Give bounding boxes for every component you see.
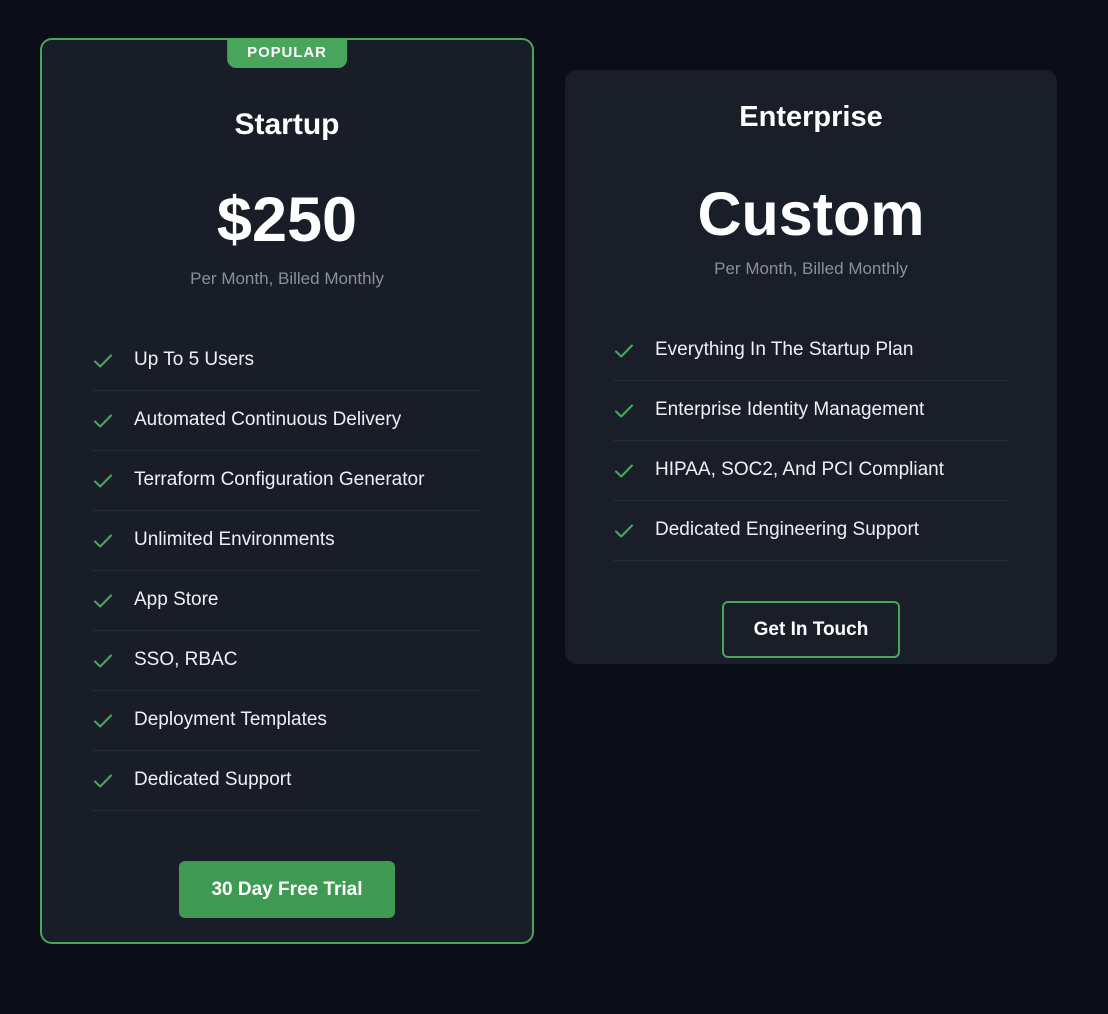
feature-label: Enterprise Identity Management <box>655 399 925 421</box>
popular-badge: POPULAR <box>227 38 347 68</box>
feature-item: SSO, RBAC <box>92 631 482 692</box>
check-icon <box>613 520 635 542</box>
check-icon <box>92 350 114 372</box>
feature-list-enterprise: Everything In The Startup Plan Enterpris… <box>613 321 1009 562</box>
feature-item: Unlimited Environments <box>92 511 482 572</box>
check-icon <box>92 710 114 732</box>
check-icon <box>613 400 635 422</box>
feature-label: Up To 5 Users <box>134 349 255 371</box>
feature-label: Dedicated Support <box>134 769 292 791</box>
plan-header-startup: Startup $250 Per Month, Billed Monthly <box>42 40 532 289</box>
feature-item: Everything In The Startup Plan <box>613 321 1009 382</box>
check-icon <box>92 770 114 792</box>
feature-label: App Store <box>134 589 219 611</box>
feature-label: Terraform Configuration Generator <box>134 469 425 491</box>
plan-price: $250 <box>216 185 358 255</box>
feature-label: HIPAA, SOC2, And PCI Compliant <box>655 459 944 481</box>
check-icon <box>92 590 114 612</box>
pricing-section: POPULAR Startup $250 Per Month, Billed M… <box>0 0 1108 1014</box>
feature-item: HIPAA, SOC2, And PCI Compliant <box>613 441 1009 502</box>
plan-price: Custom <box>697 179 925 248</box>
plan-billing-period: Per Month, Billed Monthly <box>190 269 384 288</box>
plan-billing-period: Per Month, Billed Monthly <box>714 258 908 278</box>
get-in-touch-button[interactable]: Get In Touch <box>721 601 901 659</box>
cta-row-startup: 30 Day Free Trial <box>42 861 532 919</box>
feature-label: Automated Continuous Delivery <box>134 409 402 431</box>
plan-header-enterprise: Enterprise Custom Per Month, Billed Mont… <box>565 70 1057 279</box>
plan-name: Enterprise <box>739 101 883 133</box>
feature-item: Dedicated Engineering Support <box>613 501 1009 562</box>
feature-label: Unlimited Environments <box>134 529 335 551</box>
feature-label: Deployment Templates <box>134 709 327 731</box>
check-icon <box>92 530 114 552</box>
free-trial-button[interactable]: 30 Day Free Trial <box>179 861 395 919</box>
feature-item: App Store <box>92 571 482 632</box>
check-icon <box>613 340 635 362</box>
feature-list-startup: Up To 5 Users Automated Continuous Deliv… <box>92 331 482 812</box>
pricing-card-startup: POPULAR Startup $250 Per Month, Billed M… <box>40 38 534 944</box>
feature-label: Dedicated Engineering Support <box>655 519 920 541</box>
check-icon <box>92 470 114 492</box>
cta-row-enterprise: Get In Touch <box>565 601 1057 659</box>
feature-item: Automated Continuous Delivery <box>92 391 482 452</box>
feature-item: Terraform Configuration Generator <box>92 451 482 512</box>
check-icon <box>92 410 114 432</box>
plan-name: Startup <box>234 108 340 141</box>
feature-item: Up To 5 Users <box>92 331 482 392</box>
check-icon <box>92 650 114 672</box>
feature-item: Deployment Templates <box>92 691 482 752</box>
feature-label: SSO, RBAC <box>134 649 238 671</box>
feature-item: Enterprise Identity Management <box>613 381 1009 442</box>
check-icon <box>613 460 635 482</box>
feature-label: Everything In The Startup Plan <box>655 339 914 361</box>
pricing-card-enterprise: Enterprise Custom Per Month, Billed Mont… <box>565 70 1057 664</box>
feature-item: Dedicated Support <box>92 751 482 812</box>
